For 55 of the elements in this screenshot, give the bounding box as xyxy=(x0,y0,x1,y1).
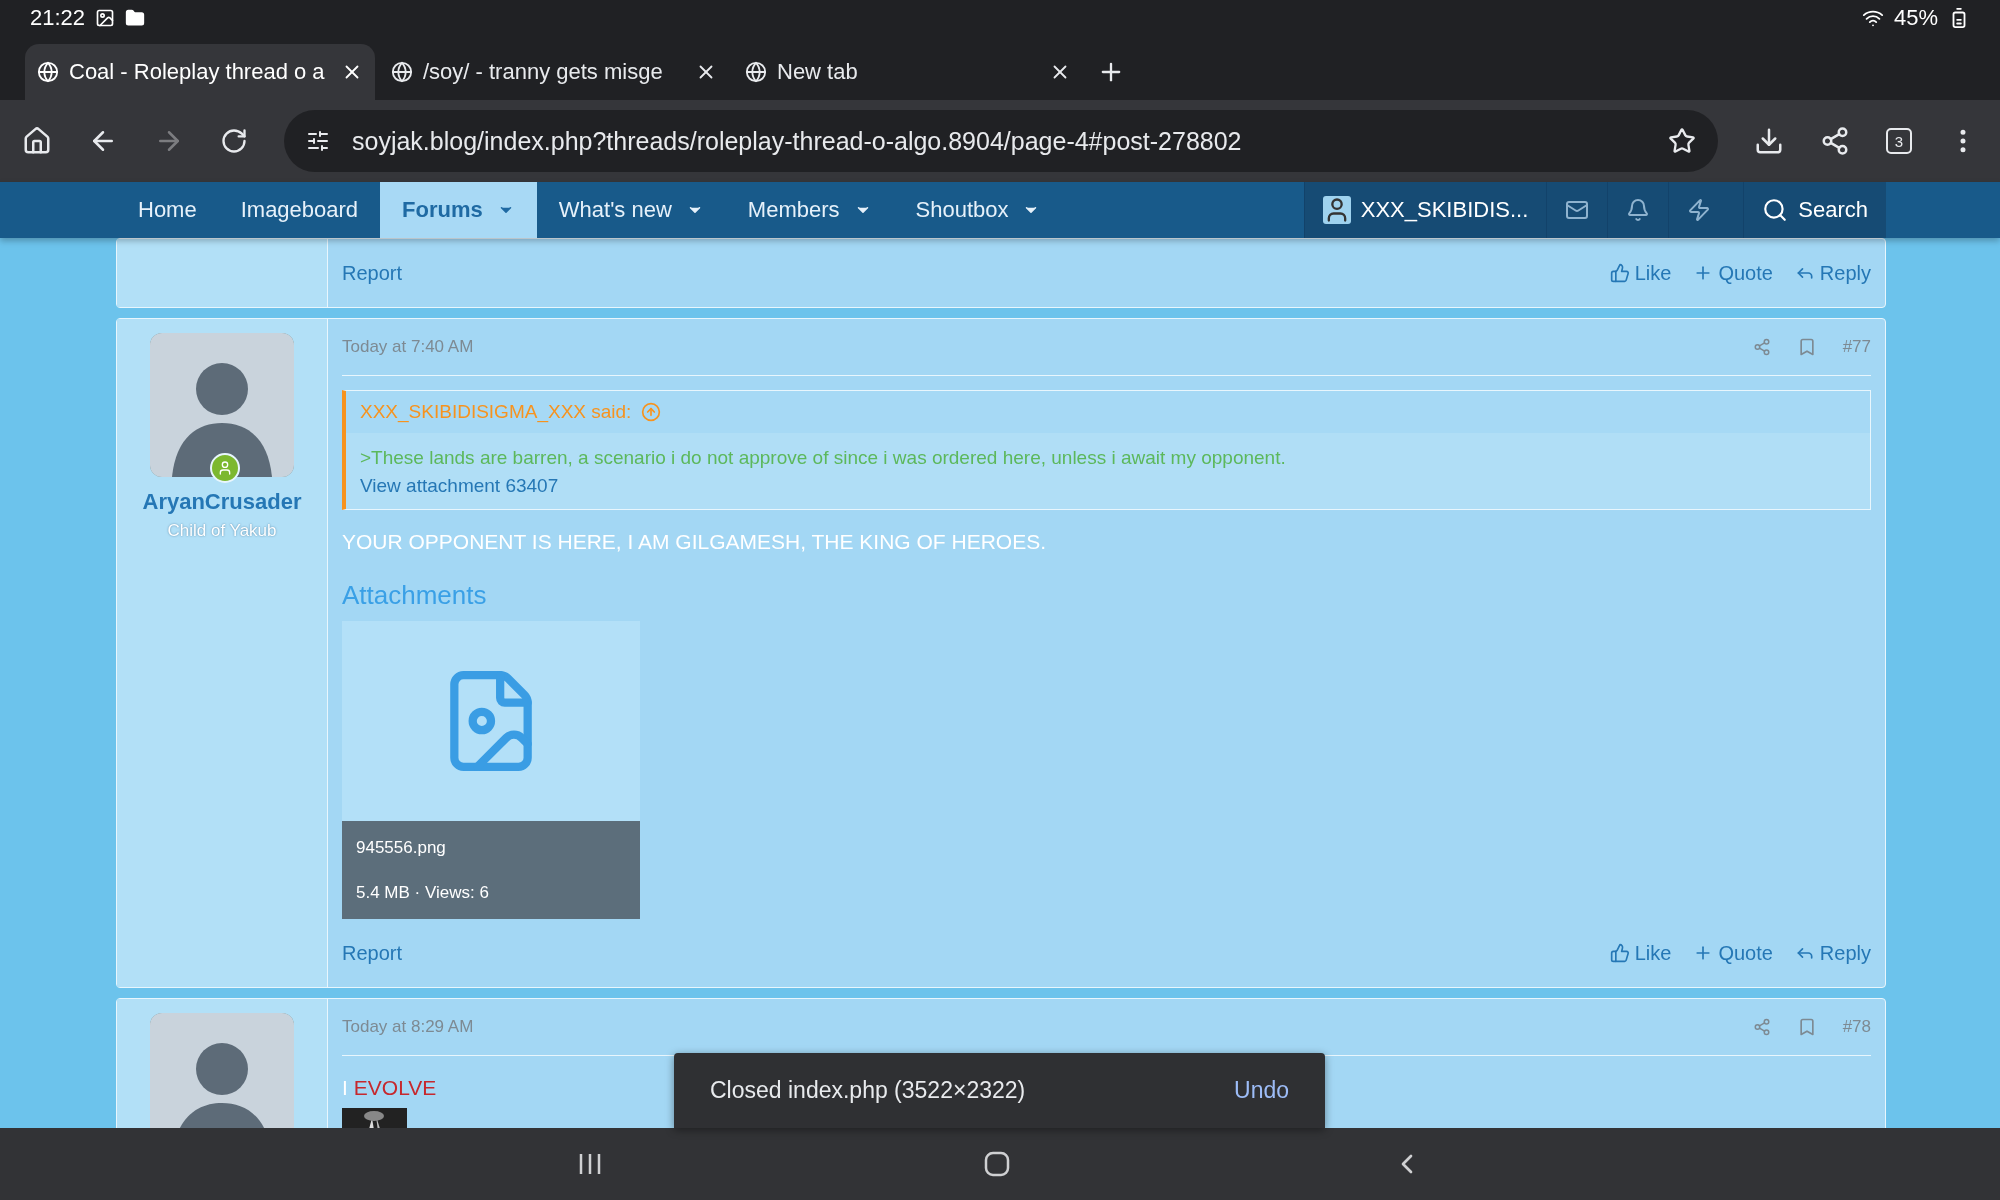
user-title: Child of Yakub xyxy=(167,521,277,541)
attachment-link[interactable]: View attachment 63407 xyxy=(360,475,1856,497)
avatar-icon xyxy=(150,333,294,477)
star-icon[interactable] xyxy=(1668,127,1696,155)
post-text: YOUR OPPONENT IS HERE, I AM GILGAMESH, THE KING OF HEROES. xyxy=(342,530,1047,554)
download-icon[interactable] xyxy=(1754,126,1784,156)
post-time: Today at 8:29 AM xyxy=(342,1017,474,1037)
tab-count[interactable]: 3 xyxy=(1886,128,1912,154)
like-button[interactable]: Like xyxy=(1609,261,1672,285)
quote-button[interactable]: Quote xyxy=(1693,941,1773,965)
image-icon xyxy=(95,8,116,28)
site-icon xyxy=(37,61,59,83)
nav-tab[interactable]: Imageboard xyxy=(218,182,381,238)
browser-tab[interactable]: /soy/ - tranny gets misge xyxy=(379,44,729,100)
avatar-icon xyxy=(1322,196,1351,224)
nav-tab[interactable]: Home xyxy=(116,182,219,238)
search-icon xyxy=(1762,197,1789,223)
bolt-icon[interactable] xyxy=(1687,198,1712,222)
report-link[interactable]: Report xyxy=(342,261,403,285)
browser-tab[interactable]: New tab xyxy=(733,44,1083,100)
quote-author: XXX_SKIBIDISIGMA_XXX said: xyxy=(360,401,632,423)
nav-tab[interactable]: Shoutbox xyxy=(893,182,1063,238)
like-button[interactable]: Like xyxy=(1609,941,1672,965)
recent-apps-icon[interactable] xyxy=(577,1151,603,1177)
post-time: Today at 7:40 AM xyxy=(342,337,474,357)
post-text: I EVOLVE xyxy=(342,1076,437,1100)
battery-percent: 45% xyxy=(1893,5,1938,31)
avatar-icon xyxy=(150,1013,294,1128)
settings-icon[interactable] xyxy=(306,129,330,153)
mail-icon[interactable] xyxy=(1565,198,1590,222)
home-icon[interactable] xyxy=(22,126,52,156)
site-icon xyxy=(745,61,767,83)
reply-button[interactable]: Reply xyxy=(1794,941,1871,965)
nav-tab[interactable]: Members xyxy=(725,182,894,238)
folder-icon xyxy=(125,8,146,28)
snackbar-message: Closed index.php (3522×2322) xyxy=(710,1077,1026,1104)
address-field[interactable]: soyjak.blog/index.php?threads/roleplay-thread-o-algo.8904/page-4#post-278802 xyxy=(284,110,1718,172)
thumbs-up-icon xyxy=(1609,263,1630,283)
clock-time: 21:22 xyxy=(30,5,86,31)
site-icon xyxy=(391,61,413,83)
browser-tab[interactable]: Coal - Roleplay thread o a xyxy=(25,44,375,100)
home-button-icon[interactable] xyxy=(983,1150,1011,1178)
attachments-heading: Attachments xyxy=(342,580,488,611)
bell-icon[interactable] xyxy=(1626,198,1651,222)
report-link[interactable]: Report xyxy=(342,941,403,965)
share-icon[interactable] xyxy=(1820,126,1850,156)
reload-icon[interactable] xyxy=(220,127,248,155)
nav-tab[interactable]: Forums xyxy=(380,182,537,238)
quote-button[interactable]: Quote xyxy=(1693,261,1773,285)
username-link[interactable]: AryanCrusader xyxy=(142,489,302,515)
reply-button[interactable]: Reply xyxy=(1794,261,1871,285)
nav-tab[interactable]: What's new xyxy=(536,182,726,238)
thumbs-up-icon xyxy=(1609,943,1630,963)
undo-button[interactable]: Undo xyxy=(1234,1077,1289,1104)
quote-text: >These lands are barren, a scenario i do not approve of since i was ordered here, unless i await my opponent. xyxy=(360,447,1287,469)
